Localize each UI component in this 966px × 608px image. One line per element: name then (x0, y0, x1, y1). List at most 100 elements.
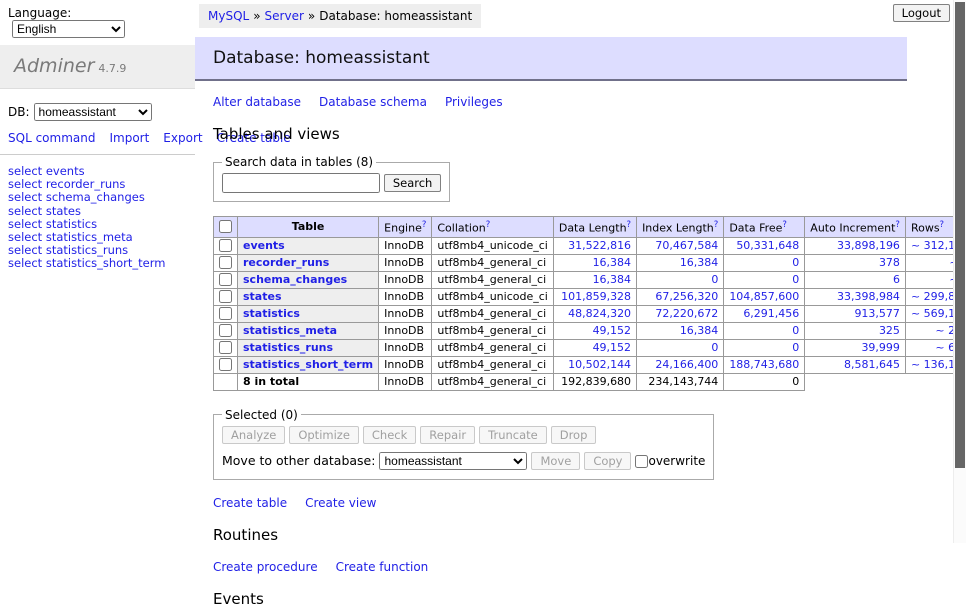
index-length-cell: 70,467,584 (637, 237, 724, 254)
table-header-row: TableEngine?Collation?Data Length?Index … (214, 217, 966, 238)
index-length-cell: 24,166,400 (637, 356, 724, 373)
overwrite-checkbox[interactable] (635, 455, 648, 468)
data-length-cell: 48,824,320 (553, 305, 636, 322)
search-button[interactable]: Search (384, 174, 442, 192)
row-checkbox-cell (214, 305, 238, 322)
help-icon[interactable]: ? (714, 220, 719, 230)
selected-fieldset: Selected (0) AnalyzeOptimizeCheckRepairT… (213, 408, 714, 480)
link-create-procedure[interactable]: Create procedure (213, 560, 318, 574)
analyze-button[interactable]: Analyze (222, 426, 285, 444)
help-icon[interactable]: ? (627, 220, 632, 230)
check-button[interactable]: Check (363, 426, 416, 444)
table-link-events[interactable]: events (243, 239, 285, 252)
help-icon[interactable]: ? (486, 220, 491, 230)
scrollbar-thumb[interactable] (955, 2, 965, 468)
engine-cell: InnoDB (379, 356, 432, 373)
table-name-cell: events (238, 237, 379, 254)
table-row: statistics_metaInnoDButf8mb4_general_ci4… (214, 322, 966, 339)
language-row: Language:English (0, 0, 195, 45)
row-checkbox-statistics[interactable] (219, 307, 232, 320)
collation-cell: utf8mb4_general_ci (432, 339, 553, 356)
table-link-statistics-short-term[interactable]: statistics_short_term (243, 358, 373, 371)
row-checkbox-statistics-short-term[interactable] (219, 358, 232, 371)
move-button[interactable]: Move (531, 452, 580, 470)
data-length-cell: 31,522,816 (553, 237, 636, 254)
breadcrumb-server[interactable]: Server (265, 9, 304, 23)
row-checkbox-states[interactable] (219, 290, 232, 303)
row-checkbox-statistics-runs[interactable] (219, 341, 232, 354)
help-icon[interactable]: ? (895, 220, 900, 230)
sidebar-action-import[interactable]: Import (109, 131, 149, 145)
tables-list: TableEngine?Collation?Data Length?Index … (213, 216, 966, 391)
table-link-statistics-runs[interactable]: statistics_runs (243, 341, 333, 354)
link-alter-database[interactable]: Alter database (213, 95, 301, 109)
breadcrumb-mysql[interactable]: MySQL (208, 9, 249, 23)
help-icon[interactable]: ? (422, 220, 427, 230)
sidebar-select-states[interactable]: select states (8, 205, 187, 218)
table-link-statistics-meta[interactable]: statistics_meta (243, 324, 337, 337)
link-privileges[interactable]: Privileges (445, 95, 503, 109)
sidebar-actions: SQL commandImportExportCreate table (0, 131, 195, 146)
copy-button[interactable]: Copy (584, 452, 631, 470)
scrollbar-track[interactable] (953, 0, 966, 543)
truncate-button[interactable]: Truncate (479, 426, 547, 444)
db-select[interactable]: homeassistant (34, 103, 152, 121)
tables-heading: Tables and views (213, 125, 907, 143)
table-name-cell: statistics (238, 305, 379, 322)
table-name-cell: statistics_runs (238, 339, 379, 356)
main-content: MySQL»Server»Database: homeassistant Dat… (195, 0, 907, 608)
help-icon[interactable]: ? (782, 220, 787, 230)
data-free-cell: 0 (724, 271, 805, 288)
drop-button[interactable]: Drop (551, 426, 597, 444)
app-name: Adminer (14, 55, 94, 77)
data-length-cell: 49,152 (553, 322, 636, 339)
data-length-cell: 16,384 (553, 254, 636, 271)
move-db-select[interactable]: homeassistant (379, 452, 527, 470)
row-checkbox-events[interactable] (219, 239, 232, 252)
overwrite-label: overwrite (635, 454, 705, 468)
link-database-schema[interactable]: Database schema (319, 95, 427, 109)
table-row: statistics_runsInnoDButf8mb4_general_ci4… (214, 339, 966, 356)
data-length-cell: 49,152 (553, 339, 636, 356)
breadcrumb-current: Database: homeassistant (319, 9, 472, 23)
data-free-cell: 0 (724, 322, 805, 339)
sidebar-divider (0, 154, 195, 155)
row-checkbox-statistics-meta[interactable] (219, 324, 232, 337)
link-create-table[interactable]: Create table (213, 496, 287, 510)
index-length-cell: 67,256,320 (637, 288, 724, 305)
total-collation-cell: utf8mb4_general_ci (432, 373, 553, 390)
select-all-checkbox[interactable] (219, 220, 232, 233)
collation-cell: utf8mb4_unicode_ci (432, 288, 553, 305)
help-icon[interactable]: ? (940, 220, 945, 230)
row-checkbox-cell (214, 271, 238, 288)
repair-button[interactable]: Repair (420, 426, 475, 444)
sidebar-select-schema-changes[interactable]: select schema_changes (8, 191, 187, 204)
sidebar: Language:English Adminer 4.7.9 DB:homeass… (0, 0, 195, 271)
total-index-length-cell: 234,143,744 (637, 373, 724, 390)
search-input[interactable] (222, 173, 380, 193)
language-select[interactable]: English (12, 20, 125, 38)
app-version: 4.7.9 (98, 62, 126, 75)
collation-cell: utf8mb4_general_ci (432, 271, 553, 288)
auto-increment-cell: 8,581,645 (805, 356, 906, 373)
db-row: DB:homeassistant (0, 89, 195, 131)
row-checkbox-recorder-runs[interactable] (219, 256, 232, 269)
table-link-states[interactable]: states (243, 290, 282, 303)
table-link-recorder-runs[interactable]: recorder_runs (243, 256, 329, 269)
column-header-engine: Engine? (379, 217, 432, 238)
optimize-button[interactable]: Optimize (289, 426, 359, 444)
logout-button[interactable]: Logout (893, 4, 950, 22)
tables-tbody: eventsInnoDButf8mb4_unicode_ci31,522,816… (214, 237, 966, 390)
link-create-view[interactable]: Create view (305, 496, 376, 510)
row-checkbox-cell (214, 254, 238, 271)
link-create-function[interactable]: Create function (336, 560, 429, 574)
engine-cell: InnoDB (379, 305, 432, 322)
table-link-statistics[interactable]: statistics (243, 307, 300, 320)
sidebar-select-statistics-short-term[interactable]: select statistics_short_term (8, 257, 187, 270)
table-link-schema-changes[interactable]: schema_changes (243, 273, 347, 286)
data-free-cell: 104,857,600 (724, 288, 805, 305)
table-name-cell: states (238, 288, 379, 305)
sidebar-action-sql-command[interactable]: SQL command (8, 131, 95, 145)
row-checkbox-schema-changes[interactable] (219, 273, 232, 286)
create-links: Create table Create view (213, 496, 907, 510)
